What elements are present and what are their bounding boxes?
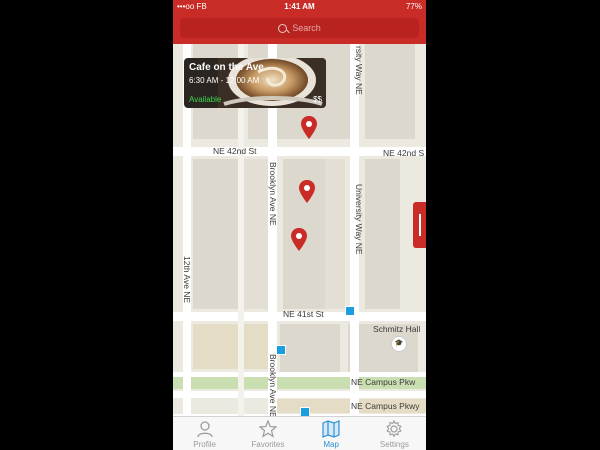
street-label: University Way NE (354, 184, 364, 255)
tab-settings[interactable]: Settings (363, 417, 426, 450)
side-drawer-handle[interactable] (413, 202, 426, 248)
bus-stop-icon (345, 306, 355, 316)
location-pin-icon[interactable] (300, 116, 318, 140)
street-label: rsity Way NE (354, 46, 364, 95)
battery-level: 77% (405, 2, 422, 11)
map-icon (322, 420, 340, 438)
gear-icon (386, 420, 403, 438)
street-label: NE Campus Pkwy (351, 401, 420, 411)
map-view[interactable]: NE 42nd St NE 42nd S NE 41st St NE Campu… (173, 44, 426, 416)
bus-stop-icon (300, 407, 310, 416)
location-pin-icon[interactable] (290, 228, 308, 252)
tab-map[interactable]: Map (300, 417, 363, 450)
street-label: NE 41st St (283, 309, 324, 319)
street-label: NE Campus Pkw (351, 377, 416, 387)
tab-label: Settings (379, 440, 409, 449)
tab-label: Map (323, 440, 339, 449)
tab-label: Favorites (251, 440, 285, 449)
status-bar: •••oo FB 1:41 AM 77% (173, 0, 426, 14)
location-pin-icon[interactable] (298, 180, 316, 204)
person-icon (196, 421, 213, 438)
header: Search (173, 14, 426, 44)
cafe-title: Cafe on the Ave (189, 62, 264, 73)
street-label: Brooklyn Ave NE (268, 162, 278, 226)
place-label: Schmitz Hall (373, 324, 421, 334)
street-label: Brooklyn Ave NE (268, 354, 278, 416)
price-level: $$ (313, 95, 322, 104)
bus-stop-icon (276, 345, 286, 355)
status-time: 1:41 AM (284, 2, 315, 11)
street-label: NE 42nd S (383, 148, 425, 158)
search-icon (278, 23, 288, 33)
street-label: NE 42nd St (213, 146, 257, 156)
cafe-hours: 6:30 AM - 12:00 AM (189, 76, 260, 85)
tab-label: Profile (193, 440, 216, 449)
star-icon (258, 420, 277, 438)
tab-profile[interactable]: Profile (173, 417, 236, 450)
school-icon: 🎓 (391, 336, 407, 352)
street-label: 12th Ave NE (182, 256, 192, 304)
search-placeholder: Search (292, 23, 321, 33)
phone-screen: •••oo FB 1:41 AM 77% Search NE 42nd St N… (173, 0, 426, 450)
search-input[interactable]: Search (180, 18, 419, 38)
tab-bar: Profile Favorites Map Settings (173, 416, 426, 450)
cafe-card[interactable]: Cafe on the Ave 6:30 AM - 12:00 AM Avail… (184, 58, 326, 108)
availability-status: Available (189, 95, 222, 104)
tab-favorites[interactable]: Favorites (236, 417, 299, 450)
